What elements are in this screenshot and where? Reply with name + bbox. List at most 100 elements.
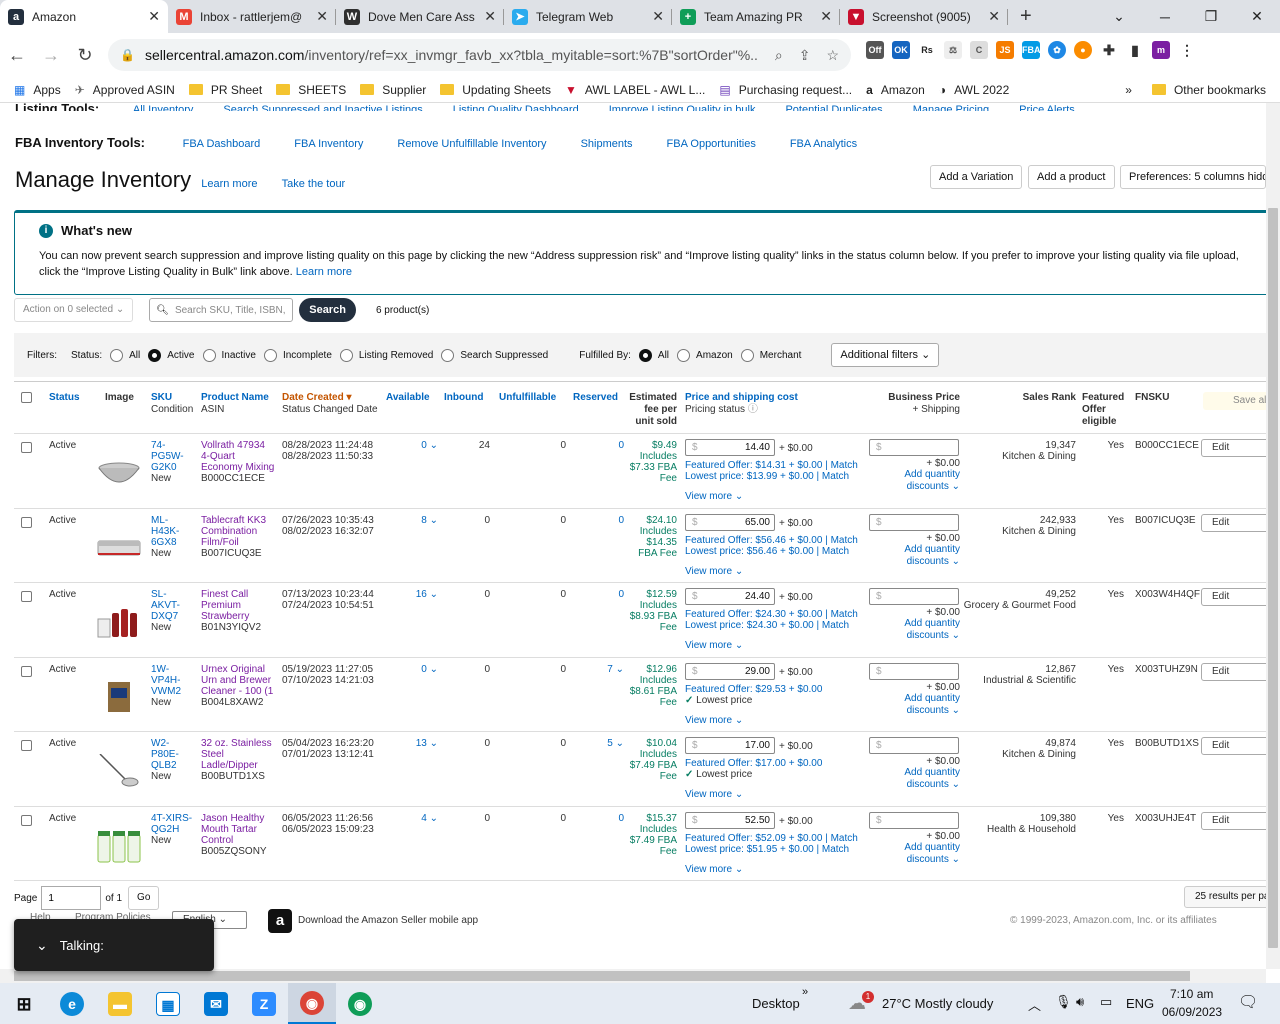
product-image[interactable] (96, 531, 142, 565)
toolbar-expand-icon[interactable]: » (802, 986, 808, 998)
edit-button[interactable]: Edit (1201, 811, 1266, 830)
listing-tool-link[interactable]: Search Suppressed and Inactive Listings (223, 104, 422, 111)
col-price[interactable]: Price and shipping cost (685, 392, 798, 403)
business-price-input[interactable]: $ (869, 737, 959, 754)
available-qty[interactable]: 0 ⌄ (390, 664, 438, 675)
match-link[interactable]: Match (831, 833, 858, 844)
view-more-link[interactable]: View more ⌄ (685, 491, 743, 502)
listing-tool-link[interactable]: Improve Listing Quality in bulk (609, 104, 756, 111)
sku-link[interactable]: 74-PG5W-G2K0 (151, 440, 184, 473)
info-icon[interactable]: ⓘ (748, 404, 758, 415)
back-icon[interactable]: ← (0, 45, 34, 66)
vertical-scrollbar[interactable] (1266, 103, 1280, 969)
row-checkbox[interactable] (21, 442, 32, 453)
bookmark-item[interactable]: Supplier (360, 83, 426, 97)
quantity-discounts-link[interactable]: Add quantity discounts ⌄ (894, 842, 960, 866)
bulk-action-select[interactable]: Action on 0 selected ⌄ (14, 298, 134, 322)
tray-chevron-icon[interactable]: ︿ (1028, 995, 1041, 1014)
sku-link[interactable]: ML-H43K-6GX8 (151, 515, 179, 548)
extension-js-icon[interactable]: JS (996, 41, 1014, 59)
price-input[interactable]: 52.50 (685, 811, 775, 829)
star-icon[interactable]: ☆ (826, 47, 839, 64)
price-input[interactable]: 24.40 (685, 588, 775, 605)
close-tab-icon[interactable]: ✕ (148, 8, 160, 25)
fulfilled-radio[interactable] (740, 348, 754, 362)
available-qty[interactable]: 8 ⌄ (390, 515, 438, 526)
edit-button[interactable]: Edit (1201, 588, 1266, 606)
col-sku[interactable]: SKU (151, 392, 172, 403)
match-link[interactable]: Match (822, 844, 849, 855)
url-bar[interactable]: 🔒 sellercentral.amazon.com/inventory/ref… (108, 39, 851, 71)
col-date-created[interactable]: Date Created ▾ (282, 392, 352, 403)
status-radio[interactable] (441, 348, 455, 362)
product-name-link[interactable]: Tablecraft KK3 Combination Film/Foil Dis… (201, 515, 276, 548)
row-checkbox[interactable] (21, 591, 32, 602)
listing-tool-link[interactable]: Manage Pricing (913, 104, 989, 111)
quantity-discounts-link[interactable]: Add quantity discounts ⌄ (894, 544, 960, 568)
horizontal-scrollbar[interactable] (0, 969, 1266, 983)
listing-tool-link[interactable]: Price Alerts (1019, 104, 1075, 111)
price-input[interactable]: 14.40 (685, 439, 775, 456)
zoom-app-icon[interactable]: Z (240, 983, 288, 1024)
view-more-link[interactable]: View more ⌄ (685, 566, 743, 577)
edit-button[interactable]: Edit (1201, 737, 1266, 755)
close-window-button[interactable]: ✕ (1234, 8, 1280, 25)
talking-overlay[interactable]: ⌄ Talking: (14, 919, 214, 971)
chrome-icon[interactable]: ◉ (288, 983, 336, 1024)
tab-search-icon[interactable]: ⌄ (1096, 8, 1142, 25)
mobile-app-link[interactable]: Download the Amazon Seller mobile app (298, 915, 478, 926)
fba-tool-link[interactable]: FBA Inventory (294, 138, 363, 150)
listing-tool-link[interactable]: Potential Duplicates (785, 104, 882, 111)
bookmark-item[interactable]: ✈ Approved ASIN (75, 83, 175, 97)
quantity-discounts-link[interactable]: Add quantity discounts ⌄ (894, 767, 960, 791)
available-qty[interactable]: 4 ⌄ (390, 813, 438, 824)
bookmark-item[interactable]: ◑ AWL 2022 (939, 83, 1009, 97)
reload-icon[interactable]: ↻ (68, 45, 102, 66)
available-qty[interactable]: 0 ⌄ (390, 440, 438, 451)
business-price-input[interactable]: $ (869, 513, 959, 531)
col-available[interactable]: Available (386, 392, 430, 403)
price-input[interactable]: 29.00 (685, 662, 775, 680)
edge-icon[interactable]: e (48, 983, 96, 1024)
restore-button[interactable]: ❐ (1188, 8, 1234, 25)
language-indicator[interactable]: ENG (1126, 996, 1154, 1011)
extension-gear-icon[interactable]: ✿ (1048, 41, 1066, 59)
fba-tool-link[interactable]: FBA Dashboard (183, 138, 261, 150)
minimize-button[interactable]: ─ (1142, 9, 1188, 25)
browser-tab[interactable]: ➤ Telegram Web ✕ (504, 0, 672, 33)
close-tab-icon[interactable]: ✕ (484, 8, 496, 25)
sku-link[interactable]: 4T-XIRS-QG2H (151, 813, 192, 835)
product-name-link[interactable]: Finest Call Premium Strawberry Puree Dri… (201, 589, 276, 622)
close-tab-icon[interactable]: ✕ (820, 8, 832, 25)
view-more-link[interactable]: View more ⌄ (685, 789, 743, 800)
bookmark-item[interactable]: ▦ Apps (14, 83, 61, 97)
available-qty[interactable]: 16 ⌄ (390, 589, 438, 600)
row-checkbox[interactable] (21, 516, 32, 528)
clock-time[interactable]: 7:10 am (1170, 987, 1213, 1001)
price-input[interactable]: 17.00 (685, 737, 775, 754)
sidepanel-icon[interactable]: ▮ (1126, 41, 1144, 59)
quantity-discounts-link[interactable]: Add quantity discounts ⌄ (894, 618, 960, 642)
col-unfulfillable[interactable]: Unfulfillable (499, 392, 556, 403)
sku-link[interactable]: SL-AKVT-DXQ7 (151, 589, 180, 622)
extension-ok-icon[interactable]: OK (892, 41, 910, 59)
browser-tab[interactable]: a Amazon ✕ (0, 0, 168, 33)
business-price-input[interactable]: $ (869, 811, 959, 829)
view-more-link[interactable]: View more ⌄ (685, 640, 743, 651)
other-bookmarks[interactable]: Other bookmarks (1151, 83, 1266, 97)
row-checkbox[interactable] (21, 665, 32, 677)
profile-avatar[interactable]: m (1152, 41, 1170, 59)
close-tab-icon[interactable]: ✕ (316, 8, 328, 25)
listing-tool-link[interactable]: Listing Quality Dashboard (453, 104, 579, 111)
bookmark-item[interactable]: SHEETS (276, 83, 346, 97)
search-button[interactable]: Search (299, 298, 356, 322)
col-reserved[interactable]: Reserved (573, 392, 618, 403)
business-price-input[interactable]: $ (869, 439, 959, 456)
bookmark-item[interactable]: ▼ AWL LABEL - AWL L... (565, 83, 705, 97)
clock-date[interactable]: 06/09/2023 (1162, 1005, 1222, 1019)
extension-orange-icon[interactable]: ● (1074, 41, 1092, 59)
mail-icon[interactable]: ✉ (192, 983, 240, 1024)
url-text[interactable]: sellercentral.amazon.com/inventory/ref=x… (145, 47, 759, 63)
fulfilled-radio[interactable] (677, 348, 691, 362)
browser-tab[interactable]: ▼ Screenshot (9005) ✕ (840, 0, 1008, 33)
